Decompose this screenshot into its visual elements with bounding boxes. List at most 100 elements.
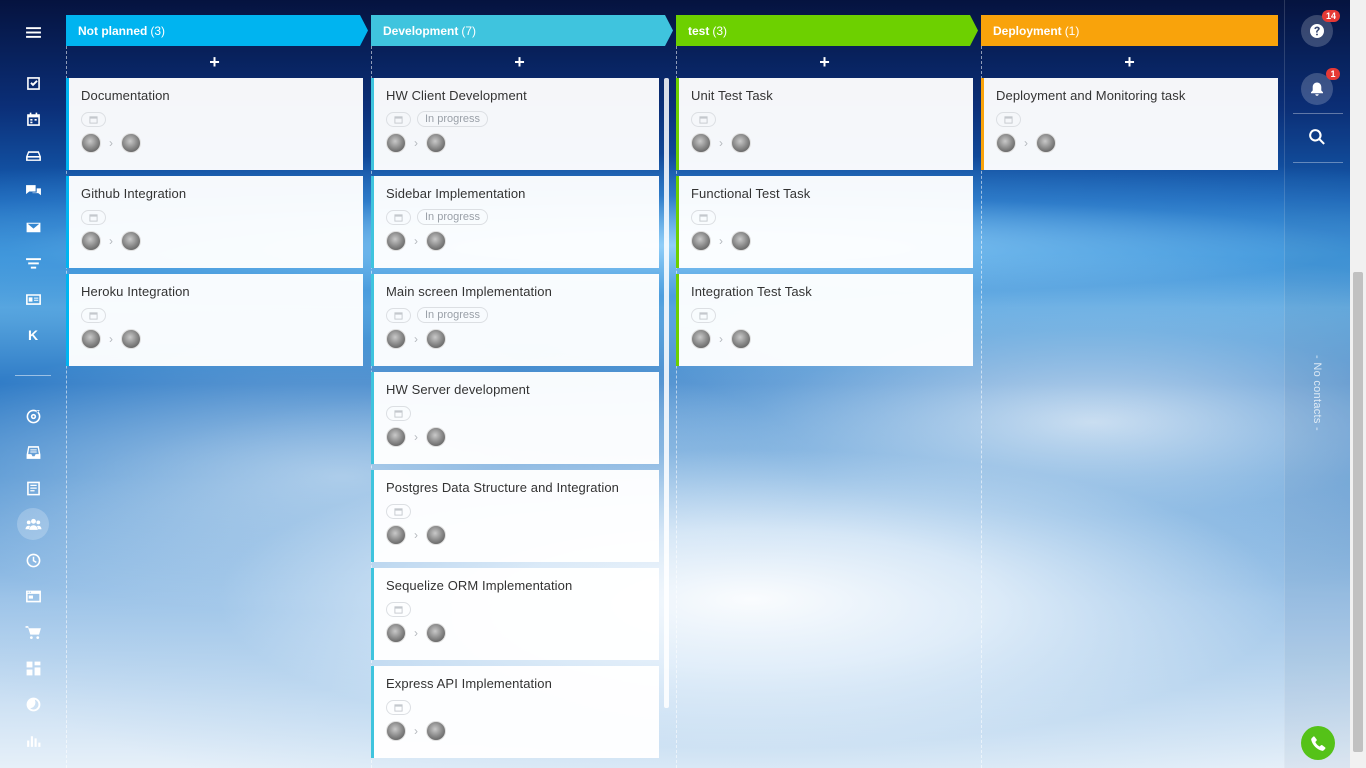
task-card[interactable]: Github Integration ›	[66, 176, 363, 268]
moon-clock-icon[interactable]	[18, 689, 48, 719]
sites-icon[interactable]	[18, 581, 48, 611]
creator-avatar[interactable]	[386, 525, 406, 545]
assignee-avatar[interactable]	[426, 133, 446, 153]
mail-icon[interactable]	[18, 212, 48, 242]
creator-avatar[interactable]	[691, 231, 711, 251]
bar-chart-icon[interactable]	[18, 725, 48, 755]
deadline-calendar-icon[interactable]	[996, 111, 1021, 127]
apps-grid-icon[interactable]	[18, 653, 48, 683]
task-title[interactable]: Sequelize ORM Implementation	[386, 578, 659, 593]
creator-avatar[interactable]	[691, 329, 711, 349]
task-card[interactable]: HW Client Development In progress ›	[371, 78, 659, 170]
task-title[interactable]: HW Client Development	[386, 88, 659, 103]
add-task-plus-icon[interactable]: +	[371, 51, 668, 73]
call-button[interactable]	[1301, 726, 1335, 760]
deadline-calendar-icon[interactable]	[691, 209, 716, 225]
task-title[interactable]: Integration Test Task	[691, 284, 973, 299]
assignee-avatar[interactable]	[426, 427, 446, 447]
assignee-avatar[interactable]	[426, 721, 446, 741]
task-card[interactable]: Postgres Data Structure and Integration ›	[371, 470, 659, 562]
task-title[interactable]: HW Server development	[386, 382, 659, 397]
task-title[interactable]: Deployment and Monitoring task	[996, 88, 1278, 103]
column-header[interactable]: Deployment (1)	[981, 15, 1278, 46]
column-header[interactable]: test (3)	[676, 15, 978, 46]
assignee-avatar[interactable]	[1036, 133, 1056, 153]
deadline-calendar-icon[interactable]	[81, 209, 106, 225]
creator-avatar[interactable]	[81, 329, 101, 349]
creator-avatar[interactable]	[386, 133, 406, 153]
menu-icon[interactable]	[18, 17, 48, 47]
inbox-icon[interactable]	[18, 437, 48, 467]
task-card[interactable]: Main screen Implementation In progress ›	[371, 274, 659, 366]
deadline-calendar-icon[interactable]	[386, 209, 411, 225]
creator-avatar[interactable]	[691, 133, 711, 153]
task-title[interactable]: Heroku Integration	[81, 284, 363, 299]
filter-icon[interactable]	[18, 248, 48, 278]
creator-avatar[interactable]	[386, 721, 406, 741]
task-title[interactable]: Functional Test Task	[691, 186, 973, 201]
assignee-avatar[interactable]	[121, 133, 141, 153]
column-header[interactable]: Development (7)	[371, 15, 673, 46]
task-card[interactable]: Unit Test Task ›	[676, 78, 973, 170]
assignee-avatar[interactable]	[426, 231, 446, 251]
tasks-icon[interactable]	[18, 68, 48, 98]
clock-icon[interactable]	[18, 545, 48, 575]
calendar-icon[interactable]	[18, 104, 48, 134]
creator-avatar[interactable]	[81, 133, 101, 153]
creator-avatar[interactable]	[386, 329, 406, 349]
task-title[interactable]: Unit Test Task	[691, 88, 973, 103]
task-title[interactable]: Postgres Data Structure and Integration	[386, 480, 659, 495]
assignee-avatar[interactable]	[731, 231, 751, 251]
k-logo-icon[interactable]: K	[18, 320, 48, 350]
column-scrollbar[interactable]	[664, 78, 669, 708]
creator-avatar[interactable]	[81, 231, 101, 251]
creator-avatar[interactable]	[386, 427, 406, 447]
deadline-calendar-icon[interactable]	[386, 405, 411, 421]
add-task-plus-icon[interactable]: +	[981, 51, 1278, 73]
task-card[interactable]: Documentation ›	[66, 78, 363, 170]
document-icon[interactable]	[18, 473, 48, 503]
page-scrollbar[interactable]	[1350, 0, 1366, 768]
assignee-avatar[interactable]	[426, 329, 446, 349]
deadline-calendar-icon[interactable]	[81, 111, 106, 127]
help-button[interactable]: 14	[1301, 10, 1340, 47]
task-card[interactable]: Sequelize ORM Implementation ›	[371, 568, 659, 660]
task-card[interactable]: Deployment and Monitoring task ›	[981, 78, 1278, 170]
task-card[interactable]: Sidebar Implementation In progress ›	[371, 176, 659, 268]
workgroups-icon[interactable]	[17, 508, 49, 540]
deadline-calendar-icon[interactable]	[386, 503, 411, 519]
deadline-calendar-icon[interactable]	[81, 307, 106, 323]
notifications-button[interactable]: 1	[1301, 68, 1340, 105]
task-title[interactable]: Documentation	[81, 88, 363, 103]
search-icon[interactable]	[1308, 128, 1328, 148]
assignee-avatar[interactable]	[121, 231, 141, 251]
add-task-plus-icon[interactable]: +	[66, 51, 363, 73]
deadline-calendar-icon[interactable]	[691, 111, 716, 127]
task-title[interactable]: Express API Implementation	[386, 676, 659, 691]
task-card[interactable]: Integration Test Task ›	[676, 274, 973, 366]
assignee-avatar[interactable]	[731, 133, 751, 153]
page-scrollbar-thumb[interactable]	[1353, 272, 1363, 752]
creator-avatar[interactable]	[996, 133, 1016, 153]
creator-avatar[interactable]	[386, 623, 406, 643]
contact-card-icon[interactable]	[18, 284, 48, 314]
deadline-calendar-icon[interactable]	[386, 601, 411, 617]
assignee-avatar[interactable]	[426, 623, 446, 643]
deadline-calendar-icon[interactable]	[691, 307, 716, 323]
assignee-avatar[interactable]	[426, 525, 446, 545]
deadline-calendar-icon[interactable]	[386, 699, 411, 715]
task-title[interactable]: Github Integration	[81, 186, 363, 201]
deadline-calendar-icon[interactable]	[386, 307, 411, 323]
cart-icon[interactable]	[18, 617, 48, 647]
task-card[interactable]: Functional Test Task ›	[676, 176, 973, 268]
assignee-avatar[interactable]	[731, 329, 751, 349]
assignee-avatar[interactable]	[121, 329, 141, 349]
task-card[interactable]: Express API Implementation ›	[371, 666, 659, 758]
chat-icon[interactable]	[18, 176, 48, 206]
task-card[interactable]: HW Server development ›	[371, 372, 659, 464]
deadline-calendar-icon[interactable]	[386, 111, 411, 127]
target-icon[interactable]	[18, 401, 48, 431]
task-title[interactable]: Sidebar Implementation	[386, 186, 659, 201]
add-task-plus-icon[interactable]: +	[676, 51, 973, 73]
creator-avatar[interactable]	[386, 231, 406, 251]
